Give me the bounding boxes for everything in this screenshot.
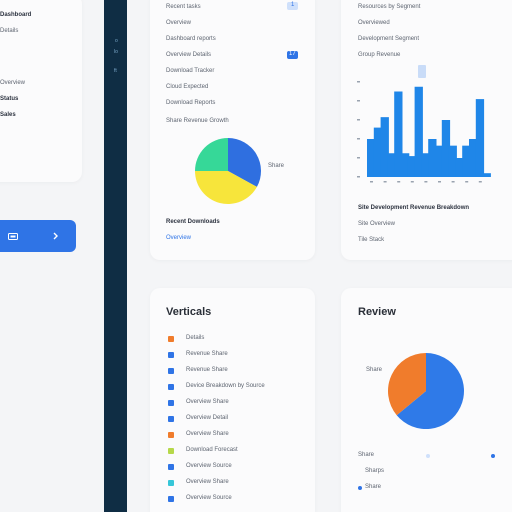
list-row: Download Reports <box>166 100 216 106</box>
y-tick <box>357 138 360 140</box>
y-tick <box>357 100 360 102</box>
review-pie-chart <box>388 353 464 429</box>
x-tick <box>370 181 373 183</box>
nav-item[interactable]: lo <box>114 49 118 55</box>
revenue-bar-chart <box>357 81 491 183</box>
badge-count: 1 <box>291 2 295 8</box>
bar <box>482 173 491 177</box>
list-item-icon <box>168 400 174 406</box>
footer-subtitle: Site Overview <box>358 221 396 227</box>
pie-label: Share <box>366 367 383 373</box>
x-tick <box>410 181 414 183</box>
left-card-label: Overview <box>0 80 26 86</box>
x-tick <box>465 181 469 183</box>
card-row: Group Revenue <box>358 52 401 58</box>
list-row: Overview <box>166 20 192 26</box>
review-card: Review Share Share Sharps Share <box>341 288 512 512</box>
list-item[interactable]: Revenue Share <box>186 367 228 373</box>
nav-item[interactable]: ft <box>114 68 117 74</box>
bar <box>475 99 485 177</box>
x-tick <box>383 181 387 183</box>
list-item-icon <box>168 336 174 342</box>
list-item[interactable]: Overview Source <box>186 463 232 469</box>
y-tick <box>357 176 360 178</box>
card-row: Development Segment <box>358 36 420 42</box>
list-item[interactable]: Overview Detail <box>186 415 228 421</box>
list-item-icon <box>168 368 174 374</box>
x-tick <box>438 181 441 183</box>
left-card-subtitle: Details <box>0 28 19 34</box>
badge-count: 17 <box>289 51 296 57</box>
nav-item[interactable]: o <box>115 38 118 44</box>
list-item-icon <box>168 464 174 470</box>
chevron-right-icon <box>53 232 58 240</box>
badge[interactable]: 17 <box>287 51 298 59</box>
footer-small: Tile Stack <box>358 237 385 243</box>
legend-dot-icon <box>491 454 495 458</box>
y-tick <box>357 81 360 83</box>
list-item-icon <box>168 384 174 390</box>
list-item-icon <box>168 496 174 502</box>
x-tick <box>451 181 455 183</box>
list-item[interactable]: Device Breakdown by Source <box>186 383 265 389</box>
left-card-title: Dashboard <box>0 12 32 18</box>
x-tick <box>478 181 482 183</box>
share-pie-chart <box>195 138 261 204</box>
legend-item: Sharps <box>365 468 385 474</box>
legend-line: Share Revenue Growth <box>166 118 229 124</box>
list-row: Download Tracker <box>166 68 215 74</box>
list-item[interactable]: Overview Share <box>186 431 229 437</box>
pie-slice <box>195 138 228 171</box>
side-nav-rail: o lo ft <box>104 0 127 512</box>
card-row: Resources by Segment <box>358 4 421 10</box>
list-row: Dashboard reports <box>166 36 216 42</box>
primary-action-button[interactable] <box>0 220 76 252</box>
legend-item: Share <box>358 452 375 458</box>
card-row: Overviewed <box>358 20 390 26</box>
list-row: Recent tasks <box>166 4 201 10</box>
overview-card: Recent tasks Overview Dashboard reports … <box>150 0 315 260</box>
x-tick <box>397 181 401 183</box>
list-item-icon <box>168 480 174 486</box>
left-card-label: Status <box>0 96 19 102</box>
list-row: Overview Details <box>166 52 212 58</box>
revenue-card: Resources by Segment Overviewed Developm… <box>341 0 512 260</box>
legend-dot-icon <box>358 486 362 490</box>
y-tick <box>357 119 360 121</box>
footer-title: Site Development Revenue Breakdown <box>358 205 470 211</box>
verticals-card: Verticals Details Revenue Share Revenue Sh… <box>150 288 315 512</box>
list-item[interactable]: Revenue Share <box>186 351 228 357</box>
list-item-icon <box>168 416 174 422</box>
folder-icon <box>8 233 18 240</box>
left-card-label: Sales <box>0 112 16 118</box>
list-item[interactable]: Overview Share <box>186 479 229 485</box>
badge[interactable]: 1 <box>287 2 298 10</box>
list-item[interactable]: Download Forecast <box>186 447 238 453</box>
footer-title: Recent Downloads <box>166 219 220 225</box>
list-item-icon <box>168 352 174 358</box>
legend-item: Share <box>365 484 382 490</box>
y-tick <box>357 157 360 159</box>
left-summary-card: Dashboard Details Overview Status Sales <box>0 0 82 182</box>
list-item[interactable]: Details <box>186 335 204 341</box>
verticals-title: Verticals <box>166 306 212 318</box>
x-tick <box>424 181 428 183</box>
list-item-icon <box>168 448 174 454</box>
list-item[interactable]: Overview Share <box>186 399 229 405</box>
review-title: Review <box>358 306 396 318</box>
list-item-icon <box>168 432 174 438</box>
list-item[interactable]: Overview Source <box>186 495 232 501</box>
legend-dot-icon <box>426 454 430 458</box>
pie-label: Share <box>268 163 285 169</box>
list-row: Cloud Expected <box>166 84 209 90</box>
footer-link[interactable]: Overview <box>166 235 191 241</box>
